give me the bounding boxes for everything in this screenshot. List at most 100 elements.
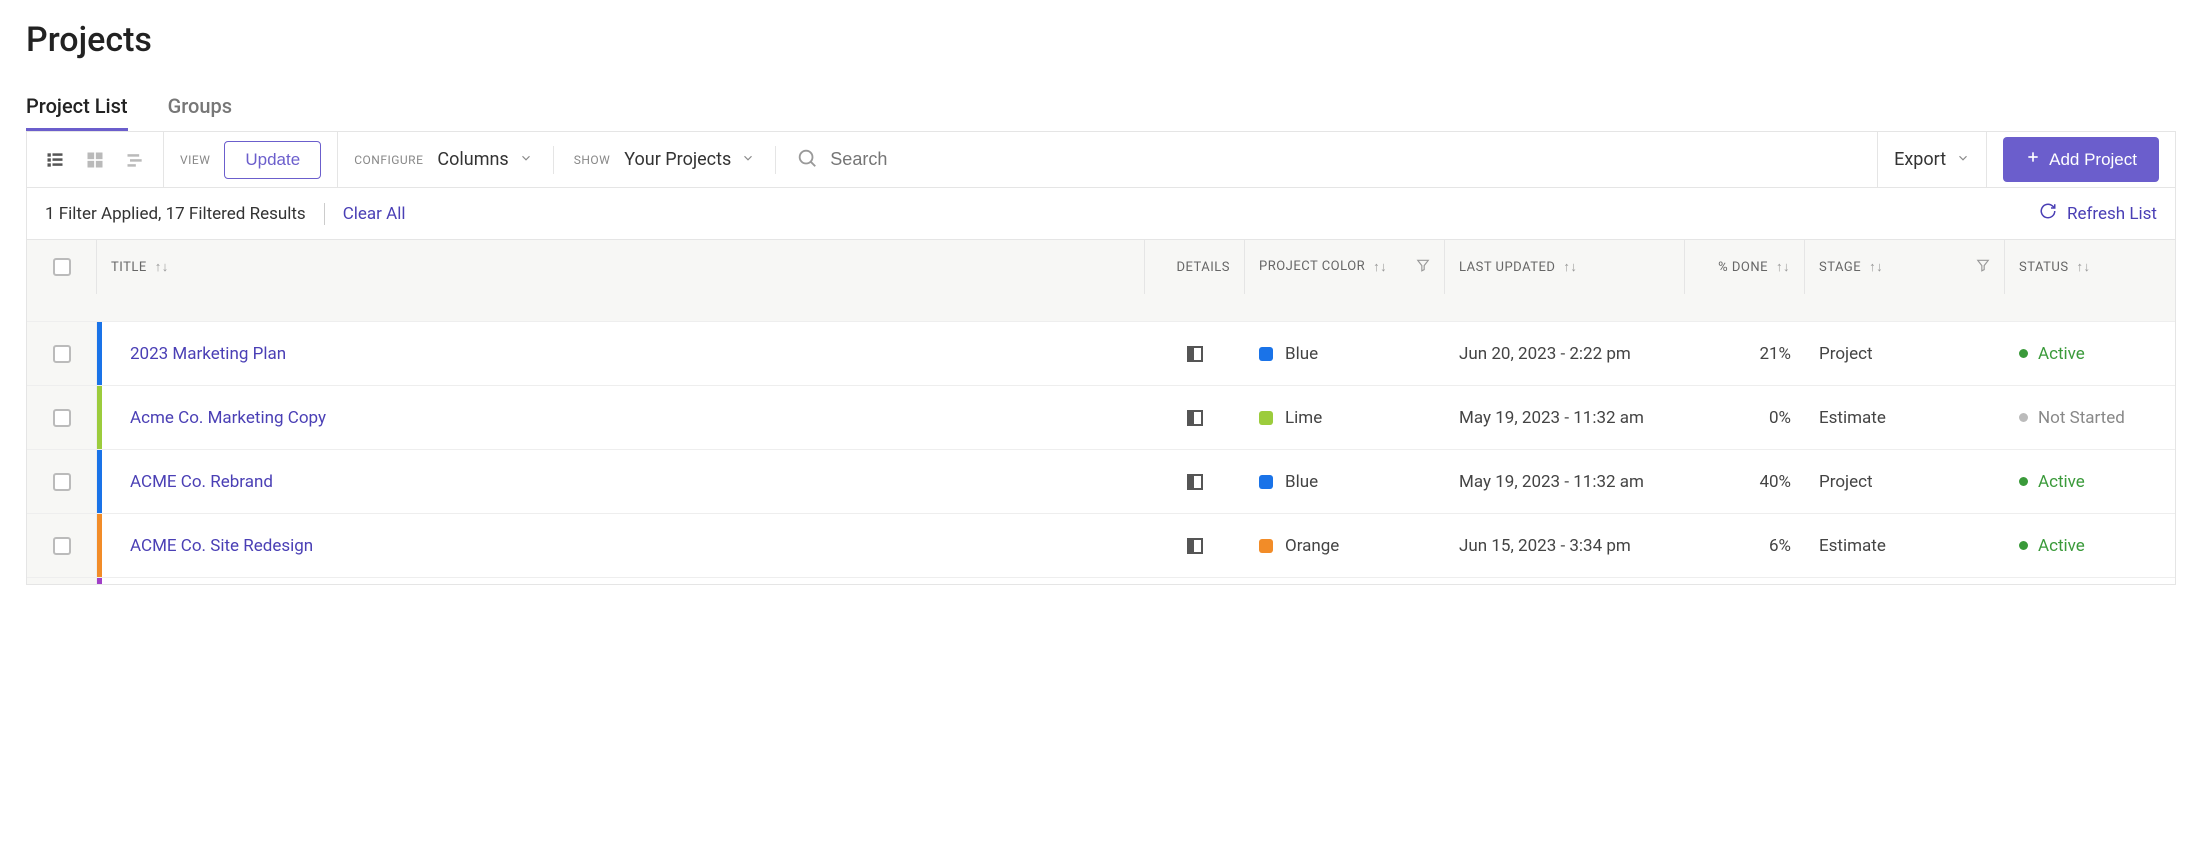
done-cell: 40%	[1685, 450, 1805, 513]
view-grid-icon[interactable]	[83, 148, 107, 172]
details-icon[interactable]	[1187, 346, 1203, 362]
filter-icon[interactable]	[1976, 258, 1990, 276]
sort-icon: ↑↓	[1373, 259, 1387, 275]
filter-icon[interactable]	[1416, 258, 1430, 276]
th-stage[interactable]: STAGE ↑↓	[1805, 240, 2005, 294]
tab-project-list[interactable]: Project List	[26, 84, 128, 131]
chevron-down-icon	[1956, 149, 1970, 170]
update-button[interactable]: Update	[224, 141, 321, 179]
add-section: Add Project	[1987, 132, 2175, 187]
table-row: ACME Co. Rebrand Blue May 19, 2023 - 11:…	[27, 450, 2175, 514]
show-label: SHOW	[574, 153, 611, 167]
color-swatch	[1259, 475, 1273, 489]
add-project-button[interactable]: Add Project	[2003, 137, 2159, 182]
export-dropdown[interactable]: Export	[1894, 149, 1970, 170]
done-cell: 21%	[1685, 322, 1805, 385]
table-row-partial	[27, 578, 2175, 584]
table-row: ACME Co. Site Redesign Orange Jun 15, 20…	[27, 514, 2175, 578]
view-update-section: VIEW Update	[164, 132, 338, 187]
color-name: Blue	[1285, 472, 1318, 492]
details-icon[interactable]	[1187, 410, 1203, 426]
divider	[324, 203, 325, 225]
stage-cell: Estimate	[1805, 514, 2005, 577]
color-name: Blue	[1285, 344, 1318, 364]
project-link[interactable]: ACME Co. Rebrand	[130, 472, 273, 492]
th-status[interactable]: STATUS ↑↓	[2005, 240, 2175, 294]
toolbar: VIEW Update CONFIGURE Columns SHOW Your …	[26, 132, 2176, 188]
color-swatch	[1259, 539, 1273, 553]
view-gantt-icon[interactable]	[123, 148, 147, 172]
divider	[553, 146, 554, 174]
updated-cell: Jun 15, 2023 - 3:34 pm	[1445, 514, 1685, 577]
row-check-cell	[27, 322, 97, 385]
row-checkbox[interactable]	[53, 345, 71, 363]
export-section: Export	[1878, 132, 1987, 187]
color-cell: Orange	[1245, 514, 1445, 577]
select-all-checkbox[interactable]	[53, 258, 71, 276]
row-check-cell	[27, 386, 97, 449]
your-projects-dropdown[interactable]: Your Projects	[624, 149, 755, 170]
details-cell	[1145, 322, 1245, 385]
row-checkbox[interactable]	[53, 473, 71, 491]
details-icon[interactable]	[1187, 474, 1203, 490]
sort-icon: ↑↓	[1563, 259, 1577, 275]
search-icon	[796, 147, 818, 173]
done-cell: 0%	[1685, 386, 1805, 449]
stage-cell: Estimate	[1805, 386, 2005, 449]
sort-icon: ↑↓	[1776, 259, 1790, 275]
table-row: 2023 Marketing Plan Blue Jun 20, 2023 - …	[27, 322, 2175, 386]
th-details: DETAILS	[1145, 240, 1245, 294]
color-name: Lime	[1285, 408, 1322, 428]
status-text: Not Started	[2038, 408, 2125, 428]
row-check-cell	[27, 450, 97, 513]
project-link[interactable]: ACME Co. Site Redesign	[130, 536, 313, 556]
table-row: Acme Co. Marketing Copy Lime May 19, 202…	[27, 386, 2175, 450]
project-link[interactable]: 2023 Marketing Plan	[130, 344, 286, 364]
stage-cell: Project	[1805, 450, 2005, 513]
title-cell: ACME Co. Rebrand	[102, 450, 1145, 513]
refresh-list-link[interactable]: Refresh List	[2039, 202, 2157, 225]
th-updated[interactable]: LAST UPDATED ↑↓	[1445, 240, 1685, 294]
row-check-cell	[27, 514, 97, 577]
clear-all-link[interactable]: Clear All	[343, 204, 406, 224]
chevron-down-icon	[741, 149, 755, 170]
color-cell: Blue	[1245, 322, 1445, 385]
color-swatch	[1259, 347, 1273, 361]
details-icon[interactable]	[1187, 538, 1203, 554]
th-done[interactable]: % DONE ↑↓	[1685, 240, 1805, 294]
th-color[interactable]: PROJECT COLOR ↑↓	[1245, 240, 1445, 294]
projects-table: TITLE ↑↓ DETAILS PROJECT COLOR ↑↓ LAST U…	[26, 240, 2176, 585]
tabs: Project List Groups	[26, 84, 2176, 132]
refresh-icon	[2039, 202, 2057, 225]
project-link[interactable]: Acme Co. Marketing Copy	[130, 408, 326, 428]
status-text: Active	[2038, 536, 2085, 556]
status-cell: Not Started	[2005, 386, 2175, 449]
columns-dropdown[interactable]: Columns	[437, 149, 532, 170]
title-cell: Acme Co. Marketing Copy	[102, 386, 1145, 449]
row-checkbox[interactable]	[53, 409, 71, 427]
updated-cell: Jun 20, 2023 - 2:22 pm	[1445, 322, 1685, 385]
th-title[interactable]: TITLE ↑↓	[97, 240, 1145, 294]
plus-icon	[2025, 149, 2041, 170]
sort-icon: ↑↓	[2077, 259, 2091, 275]
row-checkbox[interactable]	[53, 537, 71, 555]
table-header: TITLE ↑↓ DETAILS PROJECT COLOR ↑↓ LAST U…	[27, 240, 2175, 294]
title-cell: ACME Co. Site Redesign	[102, 514, 1145, 577]
tab-groups[interactable]: Groups	[168, 84, 232, 131]
status-text: Active	[2038, 472, 2085, 492]
filter-bar: 1 Filter Applied, 17 Filtered Results Cl…	[26, 188, 2176, 240]
status-dot	[2019, 477, 2028, 486]
search-input[interactable]	[830, 149, 1861, 170]
page-title: Projects	[26, 20, 2176, 60]
color-cell: Lime	[1245, 386, 1445, 449]
search	[796, 147, 1861, 173]
row-check-cell	[27, 578, 97, 584]
color-cell: Blue	[1245, 450, 1445, 513]
details-cell	[1145, 514, 1245, 577]
updated-cell: May 19, 2023 - 11:32 am	[1445, 450, 1685, 513]
chevron-down-icon	[519, 149, 533, 170]
color-bar	[97, 578, 102, 584]
status-dot	[2019, 541, 2028, 550]
status-text: Active	[2038, 344, 2085, 364]
view-list-icon[interactable]	[43, 148, 67, 172]
